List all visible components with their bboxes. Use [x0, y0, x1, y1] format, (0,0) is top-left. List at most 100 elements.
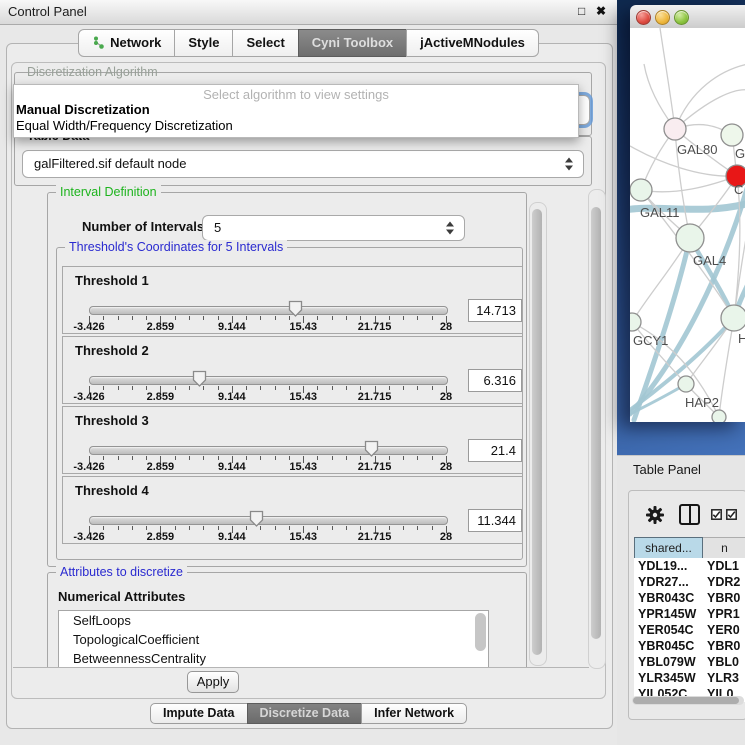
network-node[interactable]	[664, 118, 686, 140]
network-node[interactable]	[721, 305, 745, 331]
slider-tick	[332, 456, 333, 460]
tab-discretize-data[interactable]: Discretize Data	[247, 703, 363, 724]
slider-tick	[403, 386, 404, 390]
minimize-traffic-light-icon[interactable]	[655, 10, 670, 25]
threshold-value-input[interactable]: 6.316	[468, 369, 522, 392]
threshold-label: Threshold 1	[75, 273, 149, 288]
attribute-list-item[interactable]: BetweennessCentrality	[59, 649, 488, 668]
slider-tick	[246, 316, 247, 320]
slider-tick	[275, 456, 276, 460]
close-window-icon[interactable]: ✖	[596, 4, 606, 18]
split-columns-icon[interactable]	[679, 504, 700, 525]
slider-tick-label: 21.715	[350, 391, 400, 403]
number-of-intervals-combobox[interactable]: 5	[202, 215, 465, 241]
cell-name: YLR3	[707, 670, 739, 686]
cell-shared-name: YBR043C	[638, 590, 694, 606]
threshold-value-input[interactable]: 11.344	[468, 509, 522, 532]
tab-jactivemnodules[interactable]: jActiveMNodules	[406, 29, 539, 57]
threshold-slider-thumb[interactable]	[192, 370, 207, 387]
attribute-list-item[interactable]: SelfLoops	[59, 611, 488, 630]
table-row[interactable]: YPR145WYPR1	[634, 606, 745, 622]
tab-style[interactable]: Style	[174, 29, 233, 57]
apply-button[interactable]: Apply	[187, 671, 239, 693]
tab-infer-network[interactable]: Infer Network	[361, 703, 467, 724]
slider-tick	[103, 456, 104, 460]
network-node[interactable]	[630, 313, 641, 331]
algorithm-option-equal-width[interactable]: Equal Width/Frequency Discretization	[16, 118, 233, 133]
tab-impute-data[interactable]: Impute Data	[150, 703, 248, 724]
numerical-attributes-label: Numerical Attributes	[58, 589, 185, 604]
cell-name: YBR0	[707, 638, 740, 654]
slider-tick	[146, 316, 147, 320]
network-view-window: GAL80GACGAL11GAL4GCY1HHAP2	[630, 5, 745, 422]
slider-tick	[118, 526, 119, 530]
network-node[interactable]	[712, 410, 726, 422]
attributes-list-scrollbar-thumb[interactable]	[475, 613, 486, 651]
cell-shared-name: YER054C	[638, 622, 694, 638]
threshold-slider-thumb[interactable]	[364, 440, 379, 457]
threshold-slider-track[interactable]	[89, 446, 448, 455]
slider-tick-label: 2.859	[135, 531, 185, 543]
table-row[interactable]: YLR345WYLR3	[634, 670, 745, 686]
slider-tick-label: 28	[421, 461, 471, 473]
threshold-slider-thumb[interactable]	[288, 300, 303, 317]
table-panel-title: Table Panel	[633, 462, 701, 477]
zoom-traffic-light-icon[interactable]	[674, 10, 689, 25]
table-row[interactable]: YDL19...YDL1	[634, 558, 745, 574]
combo-arrows-icon	[446, 222, 455, 235]
network-node-label: GA	[735, 146, 745, 161]
threshold-slider-track[interactable]	[89, 516, 448, 525]
table-horizontal-scrollbar-thumb[interactable]	[633, 697, 739, 704]
threshold-value-input[interactable]: 14.713	[468, 299, 522, 322]
table-horizontal-scrollbar[interactable]	[632, 696, 744, 705]
slider-tick-label: 28	[421, 531, 471, 543]
network-canvas[interactable]: GAL80GACGAL11GAL4GCY1HHAP2	[630, 28, 745, 422]
settings-scrollbar[interactable]	[529, 202, 547, 666]
panel-scrollbar[interactable]	[588, 189, 606, 669]
settings-scrollbar-thumb[interactable]	[532, 209, 542, 655]
attribute-list-item[interactable]: TopologicalCoefficient	[59, 630, 488, 649]
network-node[interactable]	[678, 376, 694, 392]
slider-tick	[203, 456, 204, 460]
table-row[interactable]: YBR045CYBR0	[634, 638, 745, 654]
slider-tick-label: -3.426	[64, 321, 114, 333]
network-node[interactable]	[721, 124, 743, 146]
slider-tick	[203, 316, 204, 320]
table-row[interactable]: YER054CYER0	[634, 622, 745, 638]
column-header-name[interactable]: n	[703, 537, 745, 560]
column-header-shared-name[interactable]: shared...	[634, 537, 703, 560]
tab-network[interactable]: Network	[78, 29, 175, 57]
threshold-slider-track[interactable]	[89, 306, 448, 315]
slider-tick-label: -3.426	[64, 461, 114, 473]
panel-scrollbar-thumb[interactable]	[591, 207, 601, 639]
algorithm-option-manual[interactable]: Manual Discretization	[16, 102, 150, 117]
slider-tick	[218, 316, 219, 320]
checkbox-checked-icon[interactable]	[726, 509, 737, 520]
threshold-slider-thumb[interactable]	[249, 510, 264, 527]
control-panel-titlebar	[0, 0, 617, 25]
slider-tick	[389, 526, 390, 530]
slider-tick	[346, 526, 347, 530]
threshold-value-input[interactable]: 21.4	[468, 439, 522, 462]
cell-shared-name: YPR145W	[638, 606, 696, 622]
network-window-titlebar	[630, 5, 745, 29]
network-node[interactable]	[630, 179, 652, 201]
table-row[interactable]: YBL079WYBL0	[634, 654, 745, 670]
tab-cyni-toolbox[interactable]: Cyni Toolbox	[298, 29, 407, 57]
network-node[interactable]	[676, 224, 704, 252]
attributes-group-title: Attributes to discretize	[56, 565, 187, 579]
table-row[interactable]: YDR27...YDR2	[634, 574, 745, 590]
table-data-combobox[interactable]: galFiltered.sif default node	[22, 150, 584, 178]
float-window-icon[interactable]: □	[578, 4, 585, 18]
tab-label: jActiveMNodules	[420, 35, 525, 50]
slider-tick	[360, 456, 361, 460]
gear-icon[interactable]	[646, 506, 664, 524]
close-traffic-light-icon[interactable]	[636, 10, 651, 25]
slider-tick	[360, 386, 361, 390]
tab-select[interactable]: Select	[232, 29, 298, 57]
slider-tick	[146, 456, 147, 460]
checkbox-checked-icon[interactable]	[711, 509, 722, 520]
table-row[interactable]: YBR043CYBR0	[634, 590, 745, 606]
threshold-slider-track[interactable]	[89, 376, 448, 385]
slider-tick	[103, 386, 104, 390]
